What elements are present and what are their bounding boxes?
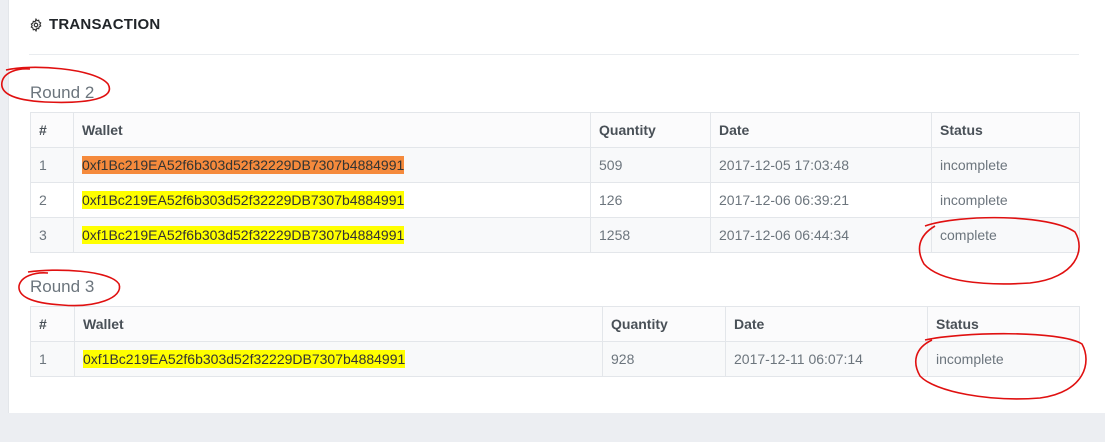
date-cell: 2017-12-05 17:03:48 xyxy=(710,147,932,183)
table-header-row: # Wallet Quantity Date Status xyxy=(30,112,1080,148)
table-row: 3 0xf1Bc219EA52f6b303d52f32229DB7307b488… xyxy=(30,217,1080,253)
status-cell: incomplete xyxy=(931,182,1080,218)
date-cell: 2017-12-06 06:44:34 xyxy=(710,217,932,253)
round-2-table: # Wallet Quantity Date Status 1 0xf1Bc21… xyxy=(30,112,1080,253)
quantity-cell: 1258 xyxy=(590,217,711,253)
wallet-address: 0xf1Bc219EA52f6b303d52f32229DB7307b48849… xyxy=(83,350,406,368)
round-2-title: Round 2 xyxy=(30,83,95,102)
col-header-num: # xyxy=(30,306,75,342)
col-header-wallet: Wallet xyxy=(73,112,591,148)
table-header-row: # Wallet Quantity Date Status xyxy=(30,306,1080,342)
col-header-date: Date xyxy=(710,112,932,148)
table-row: 1 0xf1Bc219EA52f6b303d52f32229DB7307b488… xyxy=(30,341,1080,377)
row-num: 2 xyxy=(30,182,74,218)
date-cell: 2017-12-11 06:07:14 xyxy=(725,341,928,377)
round-3-table: # Wallet Quantity Date Status 1 0xf1Bc21… xyxy=(30,306,1080,377)
wallet-cell: 0xf1Bc219EA52f6b303d52f32229DB7307b48849… xyxy=(73,217,591,253)
status-cell: incomplete xyxy=(927,341,1080,377)
date-cell: 2017-12-06 06:39:21 xyxy=(710,182,932,218)
col-header-quantity: Quantity xyxy=(602,306,726,342)
col-header-wallet: Wallet xyxy=(74,306,603,342)
col-header-status: Status xyxy=(931,112,1080,148)
quantity-cell: 509 xyxy=(590,147,711,183)
status-cell: incomplete xyxy=(931,147,1080,183)
panel-header: TRANSACTION xyxy=(29,16,1079,55)
table-row: 2 0xf1Bc219EA52f6b303d52f32229DB7307b488… xyxy=(30,182,1080,218)
wallet-cell: 0xf1Bc219EA52f6b303d52f32229DB7307b48849… xyxy=(74,341,603,377)
row-num: 1 xyxy=(30,147,74,183)
round-3-title: Round 3 xyxy=(30,277,95,296)
wallet-cell: 0xf1Bc219EA52f6b303d52f32229DB7307b48849… xyxy=(73,182,591,218)
status-cell: complete xyxy=(931,217,1080,253)
table-row: 1 0xf1Bc219EA52f6b303d52f32229DB7307b488… xyxy=(30,147,1080,183)
panel-title-text: TRANSACTION xyxy=(49,16,161,33)
wallet-cell: 0xf1Bc219EA52f6b303d52f32229DB7307b48849… xyxy=(73,147,591,183)
row-num: 1 xyxy=(30,341,75,377)
col-header-num: # xyxy=(30,112,74,148)
wallet-address: 0xf1Bc219EA52f6b303d52f32229DB7307b48849… xyxy=(82,226,405,244)
quantity-cell: 928 xyxy=(602,341,726,377)
gear-icon xyxy=(30,17,42,32)
col-header-quantity: Quantity xyxy=(590,112,711,148)
panel-title: TRANSACTION xyxy=(29,16,160,33)
col-header-date: Date xyxy=(725,306,928,342)
transaction-panel: TRANSACTION Round 2 # Wallet Quantity Da… xyxy=(8,0,1105,413)
quantity-cell: 126 xyxy=(590,182,711,218)
col-header-status: Status xyxy=(927,306,1080,342)
row-num: 3 xyxy=(30,217,74,253)
wallet-address: 0xf1Bc219EA52f6b303d52f32229DB7307b48849… xyxy=(82,191,405,209)
wallet-address: 0xf1Bc219EA52f6b303d52f32229DB7307b48849… xyxy=(82,156,405,174)
